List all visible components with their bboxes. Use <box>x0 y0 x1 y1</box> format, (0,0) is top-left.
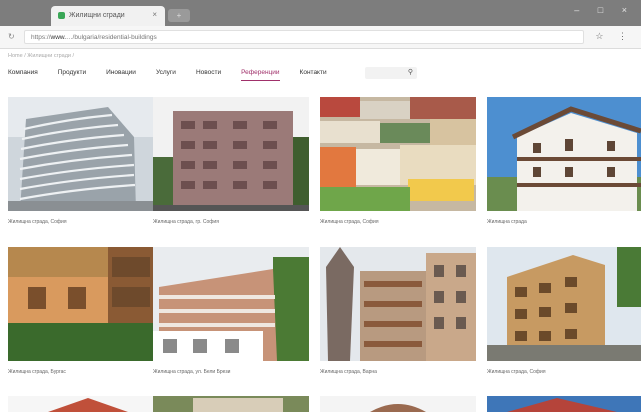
address-bar-icons[interactable]: ☆ ⋮ <box>595 31 633 42</box>
main-nav: Компания Продукти Иновации Услуги Новост… <box>8 69 347 81</box>
nav-item-news[interactable]: Новости <box>196 69 221 81</box>
card-title: Жилищна сграда <box>487 219 527 225</box>
window-controls[interactable]: – □ × <box>574 5 635 15</box>
nav-item-company[interactable]: Компания <box>8 69 38 81</box>
card-title: Жилищна сграда, София <box>487 369 546 375</box>
gallery-card[interactable] <box>320 396 476 412</box>
gallery-card[interactable] <box>8 396 164 412</box>
building-photo[interactable] <box>153 247 309 361</box>
url-field[interactable]: https://www.…/bulgaria/residential-build… <box>24 30 584 44</box>
search-icon[interactable]: ⚲ <box>408 68 413 76</box>
building-photo[interactable] <box>153 396 309 412</box>
url-prefix: https:// <box>31 34 51 41</box>
url-host: www. <box>50 34 67 41</box>
card-title: Жилищна сграда, гр. София <box>153 219 219 225</box>
card-title: Жилищна сграда, София <box>320 219 379 225</box>
url-path: …/bulgaria/residential-buildings <box>66 34 157 41</box>
building-photo[interactable] <box>487 247 641 361</box>
building-photo[interactable] <box>153 97 309 211</box>
nav-item-references[interactable]: Референции <box>241 69 280 81</box>
building-photo[interactable] <box>320 97 476 211</box>
building-photo[interactable] <box>8 97 164 211</box>
building-photo[interactable] <box>8 396 164 412</box>
building-photo[interactable] <box>320 247 476 361</box>
tab-close-icon[interactable]: × <box>152 10 157 19</box>
nav-item-products[interactable]: Продукти <box>58 69 86 81</box>
nav-item-services[interactable]: Услуги <box>156 69 176 81</box>
building-photo[interactable] <box>320 396 476 412</box>
browser-tab-bar: Жилищни сгради × + – □ × <box>0 0 641 26</box>
building-photo[interactable] <box>8 247 164 361</box>
building-photo[interactable] <box>487 396 641 412</box>
card-title: Жилищна сграда, Бургас <box>8 369 66 375</box>
browser-tab[interactable]: Жилищни сгради × <box>51 6 165 26</box>
reload-icon[interactable]: ↻ <box>8 32 15 41</box>
gallery-card[interactable] <box>153 396 309 412</box>
gallery-card[interactable] <box>487 396 641 412</box>
nav-item-contacts[interactable]: Контакти <box>300 69 327 81</box>
address-bar: ↻ https://www.…/bulgaria/residential-bui… <box>0 26 641 49</box>
card-title: Жилищна сграда, Варна <box>320 369 377 375</box>
card-title: Жилищна сграда, София <box>8 219 67 225</box>
tab-title: Жилищни сгради <box>69 12 125 19</box>
nav-item-innovations[interactable]: Иновации <box>106 69 136 81</box>
breadcrumb[interactable]: Home / Жилищни сгради / <box>8 53 74 59</box>
building-photo[interactable] <box>487 97 641 211</box>
card-title: Жилищна сграда, ул. Бели Брези <box>153 369 231 375</box>
search-input[interactable]: ⚲ <box>365 67 417 79</box>
new-tab-button[interactable]: + <box>168 9 190 22</box>
favicon-icon <box>58 12 65 19</box>
